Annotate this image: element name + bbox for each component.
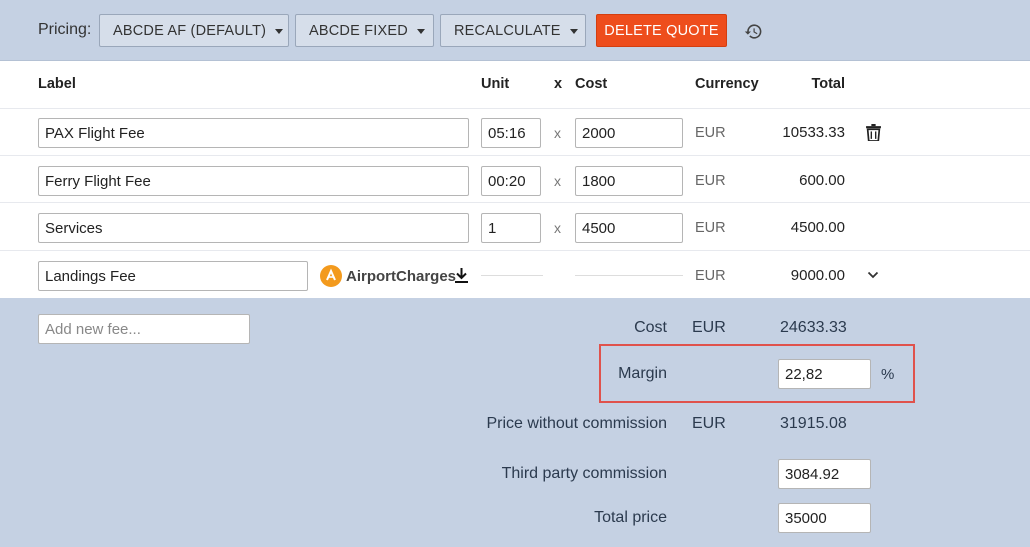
trash-icon[interactable]: [866, 124, 881, 141]
cost-input[interactable]: 2000: [575, 118, 683, 148]
third-party-commission-label: Third party commission: [501, 465, 667, 482]
unit-input[interactable]: 00:20: [481, 166, 541, 196]
multiply-sign: x: [554, 220, 561, 236]
history-icon[interactable]: [744, 22, 763, 41]
caret-down-icon: [569, 29, 578, 34]
total-price-label: Total price: [594, 509, 667, 526]
row-total: 9000.00: [790, 267, 845, 284]
quote-summary: Add new fee... Cost EUR 24633.33 Margin …: [0, 298, 1030, 547]
download-icon[interactable]: [455, 268, 468, 283]
total-price-input[interactable]: 35000: [778, 503, 871, 533]
delete-quote-button[interactable]: DELETE QUOTE: [596, 14, 727, 47]
cost-currency: EUR: [692, 319, 726, 336]
row-total: 600.00: [799, 172, 845, 189]
row-total: 10533.33: [782, 124, 845, 141]
unit-input[interactable]: 1: [481, 213, 541, 243]
margin-label: Margin: [618, 365, 667, 382]
airportcharges-brand: AirportCharges: [346, 268, 457, 285]
column-header-x: x: [554, 76, 563, 92]
fixed-price-label: ABCDE FIXED: [309, 22, 408, 39]
fee-label-input[interactable]: Services: [38, 213, 469, 243]
caret-down-icon: [416, 29, 425, 34]
price-without-commission-value: 31915.08: [780, 415, 847, 432]
margin-percent-sign: %: [881, 366, 895, 383]
column-header-unit: Unit: [481, 76, 510, 92]
cost-input[interactable]: 1800: [575, 166, 683, 196]
column-header-currency: Currency: [695, 76, 759, 92]
fee-label-input[interactable]: PAX Flight Fee: [38, 118, 469, 148]
margin-input[interactable]: 22,82: [778, 359, 871, 389]
cost-value: 24633.33: [780, 319, 847, 336]
recalculate-dropdown[interactable]: RECALCULATE: [440, 14, 586, 47]
table-row: Services 1 x 4500 EUR 4500.00: [0, 202, 1030, 249]
multiply-sign: x: [554, 125, 561, 141]
currency-text: EUR: [695, 125, 726, 141]
fee-label-input[interactable]: Landings Fee: [38, 261, 308, 291]
recalculate-label: RECALCULATE: [454, 22, 561, 39]
pricing-toolbar: Pricing: ABCDE AF (DEFAULT) ABCDE FIXED …: [0, 0, 1030, 61]
row-total: 4500.00: [790, 219, 845, 236]
caret-down-icon: [275, 29, 284, 34]
column-header-total: Total: [811, 76, 845, 92]
third-party-commission-input[interactable]: 3084.92: [778, 459, 871, 489]
chevron-down-icon[interactable]: [867, 271, 879, 279]
airportcharges-logo: [320, 265, 342, 287]
currency-text: EUR: [695, 173, 726, 189]
cost-label: Cost: [634, 319, 667, 336]
cost-placeholder-line: [575, 275, 683, 276]
column-header-label: Label: [38, 76, 76, 92]
fee-table: Label Unit x Cost Currency Total PAX Fli…: [0, 61, 1030, 298]
multiply-sign: x: [554, 173, 561, 189]
price-without-commission-currency: EUR: [692, 415, 726, 432]
price-list-label: ABCDE AF (DEFAULT): [113, 22, 267, 39]
table-row: Landings Fee AirportCharges EUR 9000.00: [0, 250, 1030, 298]
pricing-label: Pricing:: [38, 21, 92, 38]
table-row: Ferry Flight Fee 00:20 x 1800 EUR 600.00: [0, 155, 1030, 202]
table-row: PAX Flight Fee 05:16 x 2000 EUR 10533.33: [0, 108, 1030, 155]
unit-placeholder-line: [481, 275, 543, 276]
add-new-fee-input[interactable]: Add new fee...: [38, 314, 250, 344]
currency-text: EUR: [695, 268, 726, 284]
airportcharges-logo-mark: [326, 268, 336, 281]
column-header-cost: Cost: [575, 76, 608, 92]
cost-input[interactable]: 4500: [575, 213, 683, 243]
fee-label-input[interactable]: Ferry Flight Fee: [38, 166, 469, 196]
fixed-price-dropdown[interactable]: ABCDE FIXED: [295, 14, 434, 47]
price-list-dropdown[interactable]: ABCDE AF (DEFAULT): [99, 14, 289, 47]
unit-input[interactable]: 05:16: [481, 118, 541, 148]
price-without-commission-label: Price without commission: [486, 415, 668, 432]
currency-text: EUR: [695, 220, 726, 236]
